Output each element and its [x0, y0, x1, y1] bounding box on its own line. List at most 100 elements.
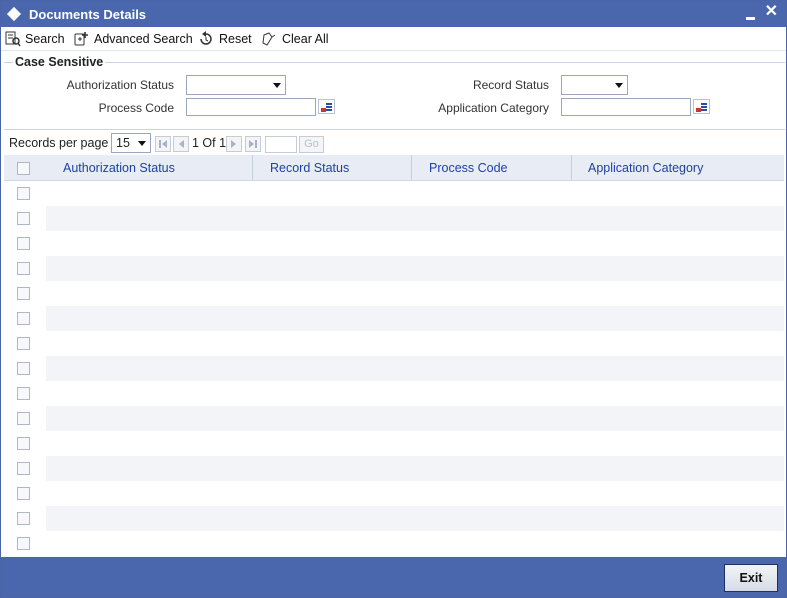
row-cells [46, 331, 784, 356]
first-page-button[interactable] [155, 136, 171, 152]
last-page-icon [249, 140, 257, 148]
table-row[interactable] [4, 431, 784, 456]
reset-icon [200, 31, 212, 45]
row-checkbox[interactable] [17, 337, 30, 350]
row-cells [46, 206, 784, 231]
process-code-lov-icon[interactable] [318, 99, 335, 114]
row-cells [46, 406, 784, 431]
row-checkbox[interactable] [17, 387, 30, 400]
row-checkbox[interactable] [17, 512, 30, 525]
application-category-input[interactable] [561, 98, 691, 116]
footer-bar: Exit [1, 557, 786, 597]
clear-all-button[interactable]: Clear All [261, 30, 329, 48]
table-row[interactable] [4, 281, 784, 306]
row-checkbox[interactable] [17, 287, 30, 300]
reset-button[interactable]: Reset [198, 30, 252, 48]
row-checkbox[interactable] [17, 462, 30, 475]
results-grid: Authorization Status Record Status Proce… [4, 155, 784, 557]
reset-label: Reset [219, 32, 252, 46]
column-divider [252, 155, 253, 181]
authorization-status-select[interactable] [186, 75, 286, 95]
table-row[interactable] [4, 406, 784, 431]
table-row[interactable] [4, 531, 784, 556]
column-header-process-code[interactable]: Process Code [429, 155, 508, 181]
records-per-page-select[interactable]: 15 [111, 133, 151, 153]
advanced-search-icon [74, 32, 88, 46]
last-page-button[interactable] [245, 136, 261, 152]
close-icon[interactable]: ✕ [765, 3, 778, 21]
advanced-search-button[interactable]: Advanced Search [73, 30, 193, 48]
record-status-select[interactable] [561, 75, 628, 95]
toolbar: Search Advanced Search Reset Clear All [1, 27, 786, 51]
table-row[interactable] [4, 181, 784, 206]
previous-page-icon [179, 140, 184, 148]
row-cells [46, 181, 784, 206]
table-row[interactable] [4, 206, 784, 231]
page-indicator: 1 Of 1 [192, 136, 227, 150]
select-all-checkbox[interactable] [17, 162, 30, 175]
next-page-icon [231, 140, 236, 148]
row-checkbox[interactable] [17, 212, 30, 225]
goto-page-input[interactable] [265, 136, 297, 153]
row-checkbox[interactable] [17, 262, 30, 275]
row-checkbox[interactable] [17, 362, 30, 375]
row-select-cell [4, 531, 46, 556]
record-status-label: Record Status [472, 78, 549, 92]
row-checkbox[interactable] [17, 412, 30, 425]
row-select-cell [4, 356, 46, 381]
table-row[interactable] [4, 231, 784, 256]
row-checkbox[interactable] [17, 487, 30, 500]
next-page-button[interactable] [226, 136, 242, 152]
case-sensitive-legend: Case Sensitive [13, 55, 106, 69]
row-cells [46, 531, 784, 556]
column-header-application-category[interactable]: Application Category [588, 155, 703, 181]
search-button[interactable]: Search [5, 30, 65, 48]
grid-header: Authorization Status Record Status Proce… [4, 155, 784, 181]
row-select-cell [4, 381, 46, 406]
clear-all-label: Clear All [282, 32, 329, 46]
row-cells [46, 356, 784, 381]
table-row[interactable] [4, 506, 784, 531]
go-button[interactable]: Go [299, 136, 324, 153]
column-divider [571, 155, 572, 181]
process-code-label: Process Code [98, 101, 174, 115]
row-cells [46, 231, 784, 256]
row-cells [46, 456, 784, 481]
documents-details-window: Documents Details ✕ Search Advanced Sear… [0, 0, 787, 598]
table-row[interactable] [4, 256, 784, 281]
row-checkbox[interactable] [17, 312, 30, 325]
first-page-icon [159, 140, 167, 148]
previous-page-button[interactable] [173, 136, 189, 152]
exit-button[interactable]: Exit [724, 564, 778, 592]
authorization-status-label: Authorization Status [66, 78, 174, 92]
row-checkbox[interactable] [17, 187, 30, 200]
row-select-cell [4, 431, 46, 456]
row-cells [46, 306, 784, 331]
search-label: Search [25, 32, 65, 46]
table-row[interactable] [4, 381, 784, 406]
column-header-authorization-status[interactable]: Authorization Status [63, 155, 175, 181]
row-checkbox[interactable] [17, 437, 30, 450]
row-checkbox[interactable] [17, 237, 30, 250]
application-category-lov-icon[interactable] [693, 99, 710, 114]
table-row[interactable] [4, 306, 784, 331]
row-cells [46, 431, 784, 456]
chevron-down-icon [138, 141, 146, 146]
title-bar[interactable]: Documents Details ✕ [1, 1, 786, 27]
grid-rows [4, 181, 784, 556]
row-checkbox[interactable] [17, 537, 30, 550]
section-divider [4, 129, 785, 130]
row-cells [46, 381, 784, 406]
table-row[interactable] [4, 456, 784, 481]
row-cells [46, 481, 784, 506]
table-row[interactable] [4, 481, 784, 506]
table-row[interactable] [4, 331, 784, 356]
minimize-icon[interactable] [746, 7, 756, 21]
window-diamond-icon [6, 6, 22, 22]
process-code-input[interactable] [186, 98, 316, 116]
column-header-record-status[interactable]: Record Status [270, 155, 349, 181]
chevron-down-icon [615, 83, 623, 88]
row-select-cell [4, 456, 46, 481]
clear-all-icon [262, 32, 276, 46]
table-row[interactable] [4, 356, 784, 381]
